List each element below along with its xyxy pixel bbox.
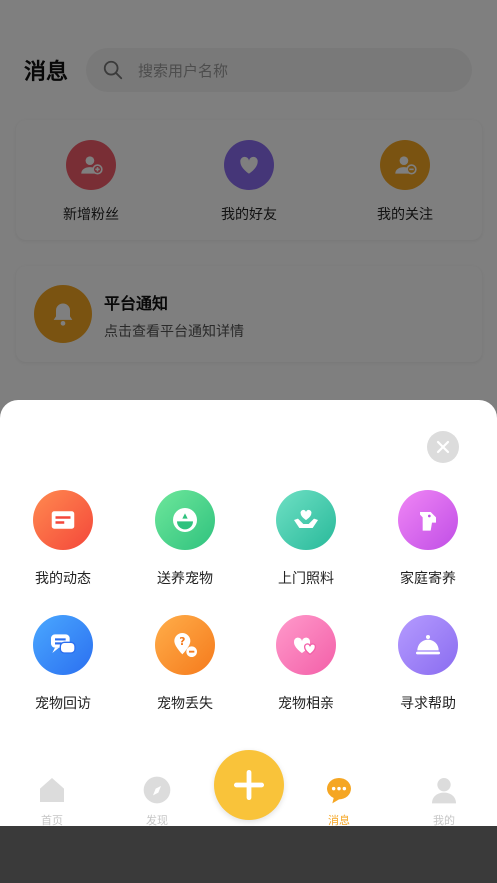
tab-messages[interactable]: 消息	[299, 774, 379, 828]
tab-mine[interactable]: 我的	[404, 774, 484, 828]
card-icon	[33, 490, 93, 550]
sheet-item-label: 家庭寄养	[400, 571, 456, 587]
tab-home[interactable]: 首页	[12, 774, 92, 828]
chat-icon	[33, 615, 93, 675]
bowl-icon	[155, 490, 215, 550]
sheet-item-label: 宠物相亲	[278, 696, 334, 712]
sheet-item-pet-lost[interactable]: ? 宠物丢失	[130, 615, 240, 713]
message-icon	[327, 778, 351, 804]
close-button[interactable]	[427, 431, 459, 463]
sheet-item-label: 送养宠物	[157, 571, 213, 587]
sheet-item-home-care[interactable]: 上门照料	[251, 490, 361, 588]
plus-icon	[233, 769, 265, 801]
compass-icon	[143, 776, 171, 804]
sheet-item-label: 我的动态	[35, 571, 91, 587]
sheet-item-seek-help[interactable]: 寻求帮助	[373, 615, 483, 713]
tab-discover[interactable]: 发现	[117, 774, 197, 828]
sheet-item-rehome-pet[interactable]: 送养宠物	[130, 490, 240, 588]
close-icon	[436, 440, 450, 454]
home-icon	[40, 778, 64, 802]
sheet-item-pet-dating[interactable]: 宠物相亲	[251, 615, 361, 713]
sheet-item-label: 寻求帮助	[400, 696, 456, 712]
svg-text:?: ?	[179, 635, 185, 648]
lost-icon: ?	[155, 615, 215, 675]
sheet-item-my-posts[interactable]: 我的动态	[8, 490, 118, 588]
sheet-item-label: 上门照料	[278, 571, 334, 587]
dog-icon	[398, 490, 458, 550]
message-page: 消息 搜索用户名称 新增粉丝 我的好友 我的关注	[0, 0, 497, 883]
hearts-icon	[276, 615, 336, 675]
cloche-icon	[398, 615, 458, 675]
sheet-item-label: 宠物丢失	[157, 696, 213, 712]
sheet-item-foster-home[interactable]: 家庭寄养	[373, 490, 483, 588]
user-icon	[432, 778, 456, 804]
sheet-item-pet-revisit[interactable]: 宠物回访	[8, 615, 118, 713]
publish-button[interactable]	[214, 750, 284, 820]
system-nav-area	[0, 826, 497, 883]
sheet-item-label: 宠物回访	[35, 696, 91, 712]
hand-heart-icon	[276, 490, 336, 550]
